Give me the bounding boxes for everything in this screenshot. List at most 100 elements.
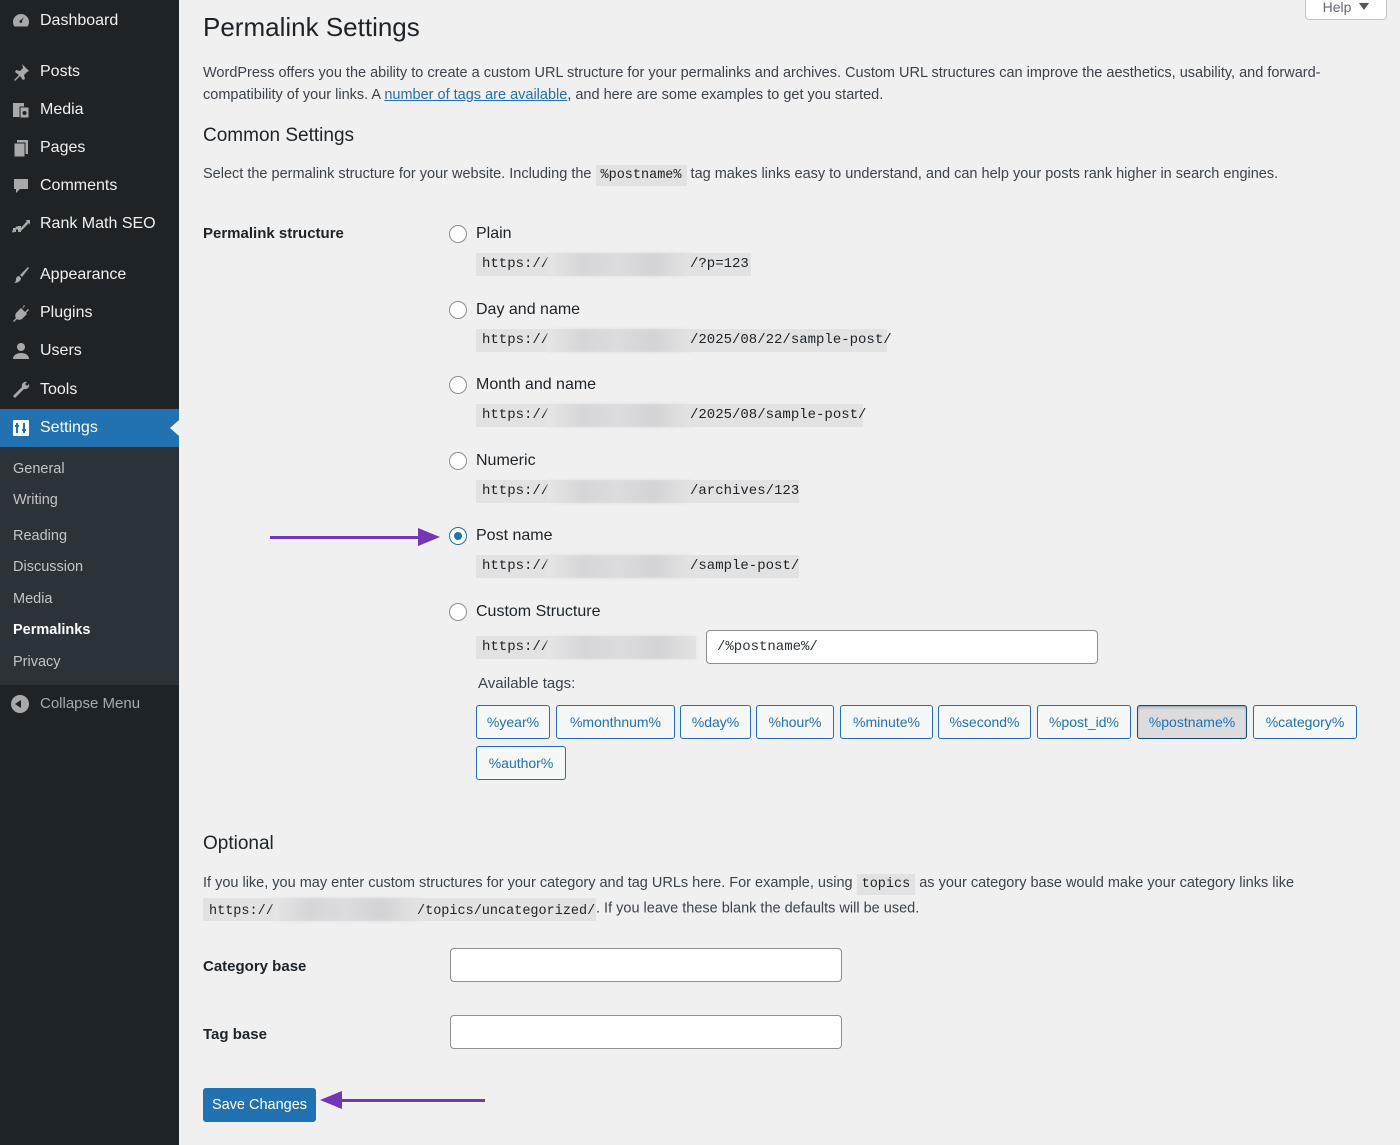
radio-day-and-name[interactable] — [449, 301, 467, 319]
common-desc-end: tag makes links easy to understand, and … — [686, 166, 1279, 182]
custom-structure-input[interactable]: /%postname%/ — [706, 630, 1098, 664]
example-url-month-and-name: https:// /2025/08/sample-post/ — [476, 404, 867, 427]
menu-label: Media — [40, 101, 84, 118]
radio-plain[interactable] — [449, 225, 467, 243]
tag-button-category[interactable]: %category% — [1253, 705, 1357, 739]
permalink-structure-label: Permalink structure — [203, 225, 344, 242]
tag-button-year[interactable]: %year% — [476, 705, 550, 739]
menu-item-comments[interactable]: Comments — [0, 167, 179, 205]
pin-icon — [10, 61, 32, 83]
settings-submenu: General Writing Reading Discussion Media… — [0, 447, 179, 685]
url-suffix: /2025/08/sample-post/ — [690, 407, 867, 423]
radio-numeric[interactable] — [449, 452, 467, 470]
tags-available-link[interactable]: number of tags are available — [384, 87, 567, 103]
plugin-icon — [10, 302, 32, 324]
redacted-domain — [547, 404, 690, 427]
intro-text: WordPress offers you the ability to crea… — [203, 62, 1353, 106]
menu-item-appearance[interactable]: Appearance — [0, 256, 179, 294]
tag-button-second[interactable]: %second% — [938, 705, 1031, 739]
optional-description: If you like, you may enter custom struct… — [203, 872, 1353, 921]
url-prefix: https:// — [482, 483, 550, 499]
radio-custom-structure[interactable] — [449, 603, 467, 621]
menu-label: Settings — [40, 419, 98, 436]
menu-item-dashboard[interactable]: Dashboard — [0, 2, 179, 40]
redacted-domain — [547, 555, 690, 578]
intro-text-end: , and here are some examples to get you … — [567, 87, 884, 103]
tag-button-postname[interactable]: %postname% — [1137, 705, 1247, 739]
custom-structure-prefix: https:// — [476, 636, 696, 659]
common-settings-heading: Common Settings — [203, 125, 355, 146]
tag-button-minute[interactable]: %minute% — [840, 705, 933, 739]
url-suffix: /?p=123 — [690, 256, 749, 272]
optional-example-url: https:// /topics/uncategorized/ — [203, 898, 596, 921]
menu-label: Users — [40, 342, 82, 359]
menu-item-settings[interactable]: Settings — [0, 409, 179, 447]
menu-item-users[interactable]: Users — [0, 332, 179, 370]
available-tags-label: Available tags: — [478, 675, 576, 692]
comment-icon — [10, 175, 32, 197]
arrow-head-icon — [418, 528, 440, 546]
menu-item-posts[interactable]: Posts — [0, 53, 179, 91]
redacted-domain — [547, 636, 696, 659]
submenu-privacy[interactable]: Privacy — [13, 654, 61, 670]
menu-item-tools[interactable]: Tools — [0, 371, 179, 409]
tag-button-post-id[interactable]: %post_id% — [1037, 705, 1131, 739]
menu-item-pages[interactable]: Pages — [0, 129, 179, 167]
page-title: Permalink Settings — [203, 12, 420, 42]
postname-code: %postname% — [595, 165, 687, 186]
radio-post-name[interactable] — [449, 527, 467, 545]
submenu-discussion[interactable]: Discussion — [13, 559, 83, 575]
submenu-reading[interactable]: Reading — [13, 528, 67, 544]
collapse-menu-button[interactable]: Collapse Menu — [0, 690, 179, 718]
option-label-day-and-name[interactable]: Day and name — [476, 301, 580, 319]
common-settings-description: Select the permalink structure for your … — [203, 163, 1353, 187]
menu-label: Plugins — [40, 304, 93, 321]
submenu-permalinks[interactable]: Permalinks — [13, 622, 90, 638]
tag-button-hour[interactable]: %hour% — [756, 705, 834, 739]
user-icon — [10, 340, 32, 362]
menu-item-media[interactable]: Media — [0, 91, 179, 129]
example-url-post-name: https:// /sample-post/ — [476, 555, 799, 578]
redacted-domain — [547, 329, 690, 352]
menu-label: Dashboard — [40, 12, 119, 29]
url-suffix: /archives/123 — [690, 483, 800, 499]
help-tab-button[interactable]: Help — [1305, 0, 1387, 20]
brush-icon — [10, 264, 32, 286]
menu-label: Comments — [40, 177, 118, 194]
option-label-plain[interactable]: Plain — [476, 225, 512, 243]
menu-label: Posts — [40, 63, 81, 80]
option-label-custom-structure[interactable]: Custom Structure — [476, 603, 600, 621]
tag-button-day[interactable]: %day% — [680, 705, 751, 739]
redacted-domain — [547, 253, 690, 276]
menu-item-plugins[interactable]: Plugins — [0, 294, 179, 332]
radio-month-and-name[interactable] — [449, 376, 467, 394]
url-prefix: https:// — [482, 558, 550, 574]
tag-button-author[interactable]: %author% — [476, 746, 566, 780]
example-url-day-and-name: https:// /2025/08/22/sample-post/ — [476, 329, 892, 352]
redacted-domain — [547, 480, 690, 503]
url-suffix: /topics/uncategorized/ — [417, 904, 596, 919]
caret-down-icon — [1359, 3, 1370, 10]
arrow-head-icon — [320, 1091, 342, 1109]
optional-desc-end: . If you leave these blank the defaults … — [596, 900, 920, 917]
category-base-input[interactable] — [450, 948, 842, 982]
example-url-plain: https:// /?p=123 — [476, 253, 751, 276]
submenu-writing[interactable]: Writing — [13, 492, 58, 508]
url-prefix: https:// — [209, 904, 274, 919]
pages-icon — [10, 137, 32, 159]
option-label-post-name[interactable]: Post name — [476, 527, 552, 545]
tag-base-input[interactable] — [450, 1015, 842, 1049]
submenu-general[interactable]: General — [13, 461, 65, 477]
option-label-numeric[interactable]: Numeric — [476, 452, 536, 470]
optional-heading: Optional — [203, 833, 274, 854]
option-label-month-and-name[interactable]: Month and name — [476, 376, 596, 394]
submenu-media[interactable]: Media — [13, 591, 53, 607]
save-changes-button[interactable]: Save Changes — [203, 1088, 316, 1122]
url-suffix: /sample-post/ — [690, 558, 800, 574]
menu-item-rank-math-seo[interactable]: Rank Math SEO — [0, 205, 179, 243]
url-prefix: https:// — [482, 332, 550, 348]
category-base-label: Category base — [203, 958, 307, 975]
tag-button-monthnum[interactable]: %monthnum% — [556, 705, 675, 739]
admin-sidebar: Dashboard Posts Media Pages Comments Ran… — [0, 0, 179, 1145]
tag-base-label: Tag base — [203, 1026, 267, 1043]
